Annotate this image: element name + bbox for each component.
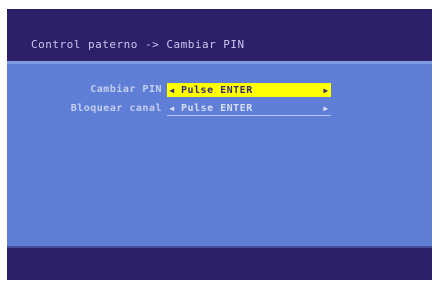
title-bar: Control paterno -> Cambiar PIN xyxy=(7,31,432,57)
menu-panel: Cambiar PIN ◀ Pulse ENTER ▶ Bloquear can… xyxy=(7,61,432,246)
tv-screen: Control paterno -> Cambiar PIN Cambiar P… xyxy=(7,9,432,280)
menu-row-bloquear-canal[interactable]: Bloquear canal ◀ Pulse ENTER ▶ xyxy=(7,102,432,116)
cambiar-pin-selector[interactable]: ◀ Pulse ENTER ▶ xyxy=(167,83,331,97)
bottom-bar xyxy=(7,246,432,280)
triangle-left-icon[interactable]: ◀ xyxy=(167,104,177,113)
selector-value: Pulse ENTER xyxy=(181,103,253,114)
menu-item-label: Bloquear canal xyxy=(70,103,162,114)
triangle-right-icon[interactable]: ▶ xyxy=(321,104,331,113)
bloquear-canal-selector[interactable]: ◀ Pulse ENTER ▶ xyxy=(167,102,331,116)
triangle-left-icon[interactable]: ◀ xyxy=(167,86,177,95)
menu-row-cambiar-pin[interactable]: Cambiar PIN ◀ Pulse ENTER ▶ xyxy=(7,83,432,97)
selector-value: Pulse ENTER xyxy=(181,84,253,96)
menu-item-label: Cambiar PIN xyxy=(90,84,162,95)
page-title: Control paterno -> Cambiar PIN xyxy=(31,37,245,51)
triangle-right-icon[interactable]: ▶ xyxy=(321,86,331,95)
